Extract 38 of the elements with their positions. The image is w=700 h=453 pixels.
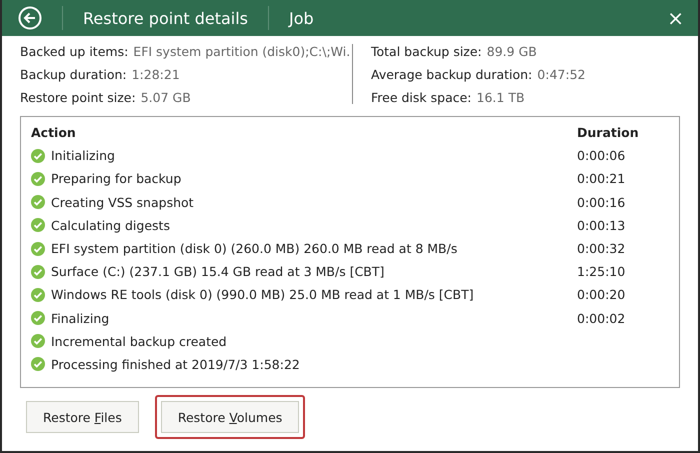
action-cell-text: Incremental backup created: [51, 334, 228, 349]
duration-cell-text: 0:00:16: [577, 194, 626, 210]
close-button[interactable]: ×: [667, 8, 684, 28]
duration-cell-text: 0:00:21: [577, 171, 626, 186]
info-label: Total backup size:: [371, 43, 482, 61]
duration-cell-text: 0:00:13: [577, 218, 626, 233]
info-value: 16.1 TB: [476, 89, 525, 107]
back-icon[interactable]: [18, 6, 42, 30]
info-value: 0:47:52: [537, 66, 586, 84]
column-header: Action: [31, 125, 77, 140]
duration-cell-text: 1:25:10: [577, 264, 626, 280]
info-value: 5.07 GB: [140, 89, 191, 107]
action-cell-text: EFI system partition (disk 0) (260.0 MB) 260.0 MB read at 8 MB/s: [51, 241, 458, 256]
info-label: Average backup duration:: [371, 66, 532, 84]
action-cell-text: Surface (C:) (237.1 GB) 15.4 GB read at 3 MB/s [CBT]: [51, 264, 386, 280]
info-label: Restore point size:: [20, 89, 136, 107]
column-header: Duration: [577, 125, 640, 140]
action-cell-text: Processing finished at 2019/7/3 1:58:22: [51, 356, 301, 372]
action-cell-text: Windows RE tools (disk 0) (990.0 MB) 25.0 MB read at 1 MB/s [CBT]: [51, 287, 475, 302]
duration-cell-text: 0:00:32: [577, 241, 626, 256]
duration-cell-text: 0:00:06: [577, 148, 626, 164]
title-tab[interactable]: Restore point details: [83, 8, 248, 28]
duration-cell-text: 0:00:02: [577, 310, 626, 326]
info-value: 89.9 GB: [486, 43, 537, 61]
restore-button[interactable]: Restore Volumes: [160, 401, 300, 433]
info-value: EFI system partition (disk0);C:\;Wi.: [133, 43, 350, 61]
duration-cell-text: 0:00:20: [577, 287, 626, 302]
info-value: 1:28:21: [132, 66, 180, 84]
action-cell-text: Initializing: [51, 148, 116, 164]
info-label: Free disk space:: [371, 89, 472, 107]
action-cell-text: Creating VSS snapshot: [51, 194, 195, 210]
restore-button[interactable]: Restore Files: [26, 401, 139, 433]
action-cell-text: Finalizing: [51, 310, 110, 326]
action-cell-text: Preparing for backup: [51, 171, 182, 186]
info-label: Backed up items:: [20, 43, 128, 61]
title-tab[interactable]: Job: [289, 8, 314, 28]
info-label: Backup duration:: [20, 66, 127, 84]
action-cell-text: Calculating digests: [51, 218, 171, 233]
